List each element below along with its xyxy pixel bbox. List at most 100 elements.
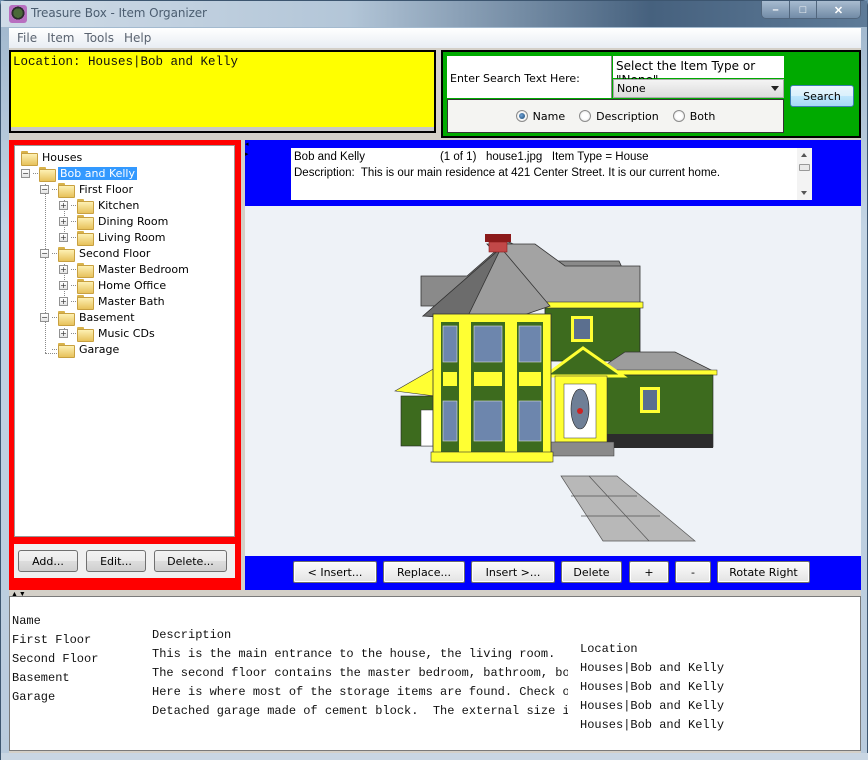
results-row[interactable]: First Floor This is the main entrance to… [12,619,860,675]
results-row[interactable]: Basement Here is where most of the stora… [12,657,860,713]
expand-icon[interactable]: + [59,296,68,306]
tree-node-label[interactable]: First Floor [77,183,135,196]
folder-tree[interactable]: Houses − Bob and Kelly − First Floor + Kitchen… [14,145,235,537]
scroll-up-icon[interactable] [801,153,807,157]
collapse-icon[interactable]: − [40,248,49,258]
tree-node-label[interactable]: Garage [77,343,121,356]
tree-node[interactable]: + Living Room [59,229,168,246]
folder-icon [21,150,38,166]
radio-description[interactable]: Description [579,110,659,123]
tree-node-label[interactable]: Basement [77,311,137,324]
folder-icon [39,166,56,182]
insert-before-button[interactable]: < Insert... [293,561,377,583]
expand-icon[interactable]: + [59,280,68,290]
tree-connector [71,204,76,206]
expand-icon[interactable]: + [59,264,68,274]
edit-button[interactable]: Edit... [86,550,146,572]
delete-item-button[interactable]: Delete... [154,550,227,572]
tree-node-label[interactable]: Music CDs [96,327,157,340]
results-list[interactable]: Name Description Location First Floor Th… [9,596,861,751]
tree-node[interactable]: + Master Bath [59,293,167,310]
close-icon: ✕ [833,4,844,17]
rotate-right-button[interactable]: Rotate Right [717,561,810,583]
tree-node-label[interactable]: Dining Room [96,215,170,228]
folder-icon [58,246,75,262]
collapse-icon[interactable]: − [40,184,49,194]
tree-node[interactable]: − Basement [40,309,137,326]
search-scope-group: Name Description Both [447,99,784,133]
add-button[interactable]: Add... [18,550,78,572]
detail-scrollbar[interactable] [797,148,812,200]
expand-icon[interactable]: + [59,200,68,210]
radio-name[interactable]: Name [515,110,565,123]
delete-image-button[interactable]: Delete [561,561,622,583]
folder-icon [77,198,94,214]
tree-node-label[interactable]: Houses [40,151,84,164]
tree-connector [52,188,57,190]
menu-file[interactable]: File [12,31,42,45]
app-window: Treasure Box - Item Organizer – □ ✕ File… [0,0,868,760]
result-location: Houses|Bob and Kelly [580,718,725,732]
tree-node-label[interactable]: Living Room [96,231,168,244]
tree-connector [52,348,57,350]
status-bar [1,753,868,760]
detail-item-type: Item Type = House [551,151,649,163]
replace-button[interactable]: Replace... [383,561,465,583]
collapse-icon[interactable]: − [21,168,30,178]
expand-icon[interactable]: + [59,232,68,242]
tree-node-label[interactable]: Bob and Kelly [58,166,138,180]
image-viewer[interactable] [245,206,861,556]
detail-header-line: Bob and Kelly (1 of 1) house1.jpg Item Ty… [294,151,649,163]
expand-icon[interactable]: + [59,216,68,226]
folder-icon [77,294,94,310]
tree-node[interactable]: + Dining Room [59,213,170,230]
radio-button[interactable] [579,110,592,122]
title-bar[interactable]: Treasure Box - Item Organizer – □ ✕ [1,1,867,27]
menu-item[interactable]: Item [42,31,79,45]
tree-node[interactable]: + Kitchen [59,197,141,214]
expand-icon[interactable]: + [59,328,68,338]
tree-node-label[interactable]: Master Bath [96,295,167,308]
tree-node-label[interactable]: Home Office [96,279,168,292]
tree-node[interactable]: − Bob and Kelly [21,165,138,182]
close-button[interactable]: ✕ [816,1,860,18]
maximize-button[interactable]: □ [789,1,816,18]
search-button[interactable]: Search [790,85,854,107]
folder-icon [77,326,94,342]
collapse-icon[interactable]: − [40,312,49,322]
zoom-in-button[interactable]: + [629,561,669,583]
folder-icon [58,310,75,326]
result-name: Garage [12,690,56,704]
tree-node[interactable]: + Master Bedroom [59,261,191,278]
radio-button-checked[interactable] [515,110,528,122]
radio-both[interactable]: Both [672,110,715,123]
vertical-splitter-handle[interactable]: ◂ ▸ [245,140,249,160]
detail-textbox[interactable]: Bob and Kelly (1 of 1) house1.jpg Item Ty… [291,148,812,200]
insert-after-button[interactable]: Insert >... [471,561,555,583]
tree-connector [71,236,76,238]
tree-node[interactable]: Houses [21,149,84,166]
scroll-down-icon[interactable] [801,191,807,195]
zoom-out-button[interactable]: - [675,561,711,583]
menu-tools[interactable]: Tools [79,31,119,45]
item-type-select[interactable]: None [613,79,784,98]
tree-node[interactable]: + Music CDs [59,325,157,342]
results-row[interactable]: Second Floor The second floor contains t… [12,638,860,694]
tree-node-label[interactable]: Master Bedroom [96,263,191,276]
tree-node[interactable]: − Second Floor [40,245,152,262]
search-text-input[interactable]: Enter Search Text Here: [447,56,612,98]
folder-icon [77,230,94,246]
scroll-thumb[interactable] [799,164,810,171]
tree-node[interactable]: − First Floor [40,181,135,198]
tree-node-label[interactable]: Second Floor [77,247,152,260]
folder-icon [77,278,94,294]
radio-button[interactable] [672,110,685,122]
tree-node[interactable]: Garage [40,341,121,358]
tree-node-label[interactable]: Kitchen [96,199,141,212]
tree-node[interactable]: + Home Office [59,277,168,294]
minimize-button[interactable]: – [762,1,789,18]
results-row[interactable]: Garage Detached garage made of cement bl… [12,676,860,732]
menu-help[interactable]: Help [119,31,156,45]
treasure-box-app-icon [9,5,27,23]
folder-icon [58,182,75,198]
